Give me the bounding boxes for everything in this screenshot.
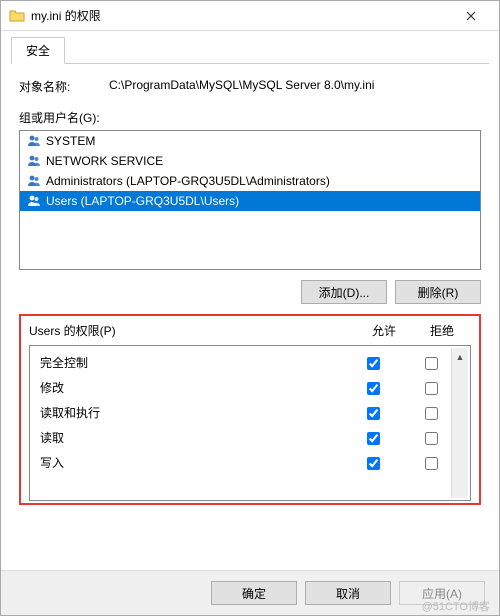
object-value: C:\ProgramData\MySQL\MySQL Server 8.0\my… [109,78,481,95]
cancel-button[interactable]: 取消 [305,581,391,605]
content: 对象名称: C:\ProgramData\MySQL\MySQL Server … [1,64,499,570]
permission-row: 写入 [30,450,470,475]
list-item-label: Administrators (LAPTOP-GRQ3U5DL\Administ… [46,174,330,188]
allow-checkbox[interactable] [367,357,380,370]
close-button[interactable] [451,2,491,30]
permission-row: 修改 [30,375,470,400]
list-item[interactable]: NETWORK SERVICE [20,151,480,171]
tabs-area: 安全 [1,31,499,64]
groups-listbox[interactable]: SYSTEM NETWORK SERVICE Administrators (LAP… [19,130,481,270]
tabs: 安全 [11,37,489,64]
deny-checkbox[interactable] [425,382,438,395]
permissions-dialog: my.ini 的权限 安全 对象名称: C:\ProgramData\MySQL… [0,0,500,616]
permission-name: 完全控制 [40,354,344,371]
scrollbar[interactable]: ▲ [451,348,468,498]
scroll-up-icon[interactable]: ▲ [452,348,468,365]
list-item[interactable]: SYSTEM [20,131,480,151]
allow-checkbox[interactable] [367,457,380,470]
permissions-panel: Users 的权限(P) 允许 拒绝 ▲ 完全控制 修改 读取和执行 读取 写入 [19,314,481,505]
permission-name: 修改 [40,379,344,396]
permission-row: 读取和执行 [30,400,470,425]
list-item[interactable]: Administrators (LAPTOP-GRQ3U5DL\Administ… [20,171,480,191]
ok-button[interactable]: 确定 [211,581,297,605]
allow-checkbox[interactable] [367,432,380,445]
allow-checkbox[interactable] [367,382,380,395]
allow-checkbox[interactable] [367,407,380,420]
deny-checkbox[interactable] [425,432,438,445]
permission-name: 写入 [40,454,344,471]
allow-header: 允许 [355,322,413,339]
object-label: 对象名称: [19,78,109,95]
list-item-label: NETWORK SERVICE [46,154,163,168]
users-icon [26,153,42,169]
permission-row: 完全控制 [30,350,470,375]
object-row: 对象名称: C:\ProgramData\MySQL\MySQL Server … [19,78,481,95]
permissions-list: ▲ 完全控制 修改 读取和执行 读取 写入 [29,345,471,501]
watermark: @51CTO博客 [422,598,490,614]
list-item-label: SYSTEM [46,134,95,148]
list-item[interactable]: Users (LAPTOP-GRQ3U5DL\Users) [20,191,480,211]
deny-checkbox[interactable] [425,357,438,370]
permissions-header: Users 的权限(P) 允许 拒绝 [29,322,471,339]
tab-security[interactable]: 安全 [11,37,65,64]
permission-row: 读取 [30,425,470,450]
list-buttons: 添加(D)... 删除(R) [19,280,481,304]
window-title: my.ini 的权限 [31,7,451,24]
remove-button[interactable]: 删除(R) [395,280,481,304]
folder-icon [9,8,25,24]
list-item-label: Users (LAPTOP-GRQ3U5DL\Users) [46,194,239,208]
permission-name: 读取和执行 [40,404,344,421]
deny-checkbox[interactable] [425,407,438,420]
deny-checkbox[interactable] [425,457,438,470]
users-icon [26,133,42,149]
users-icon [26,193,42,209]
permission-name: 读取 [40,429,344,446]
permissions-title: Users 的权限(P) [29,322,355,339]
add-button[interactable]: 添加(D)... [301,280,387,304]
deny-header: 拒绝 [413,322,471,339]
users-icon [26,173,42,189]
groups-label: 组或用户名(G): [19,109,481,126]
titlebar: my.ini 的权限 [1,1,499,31]
